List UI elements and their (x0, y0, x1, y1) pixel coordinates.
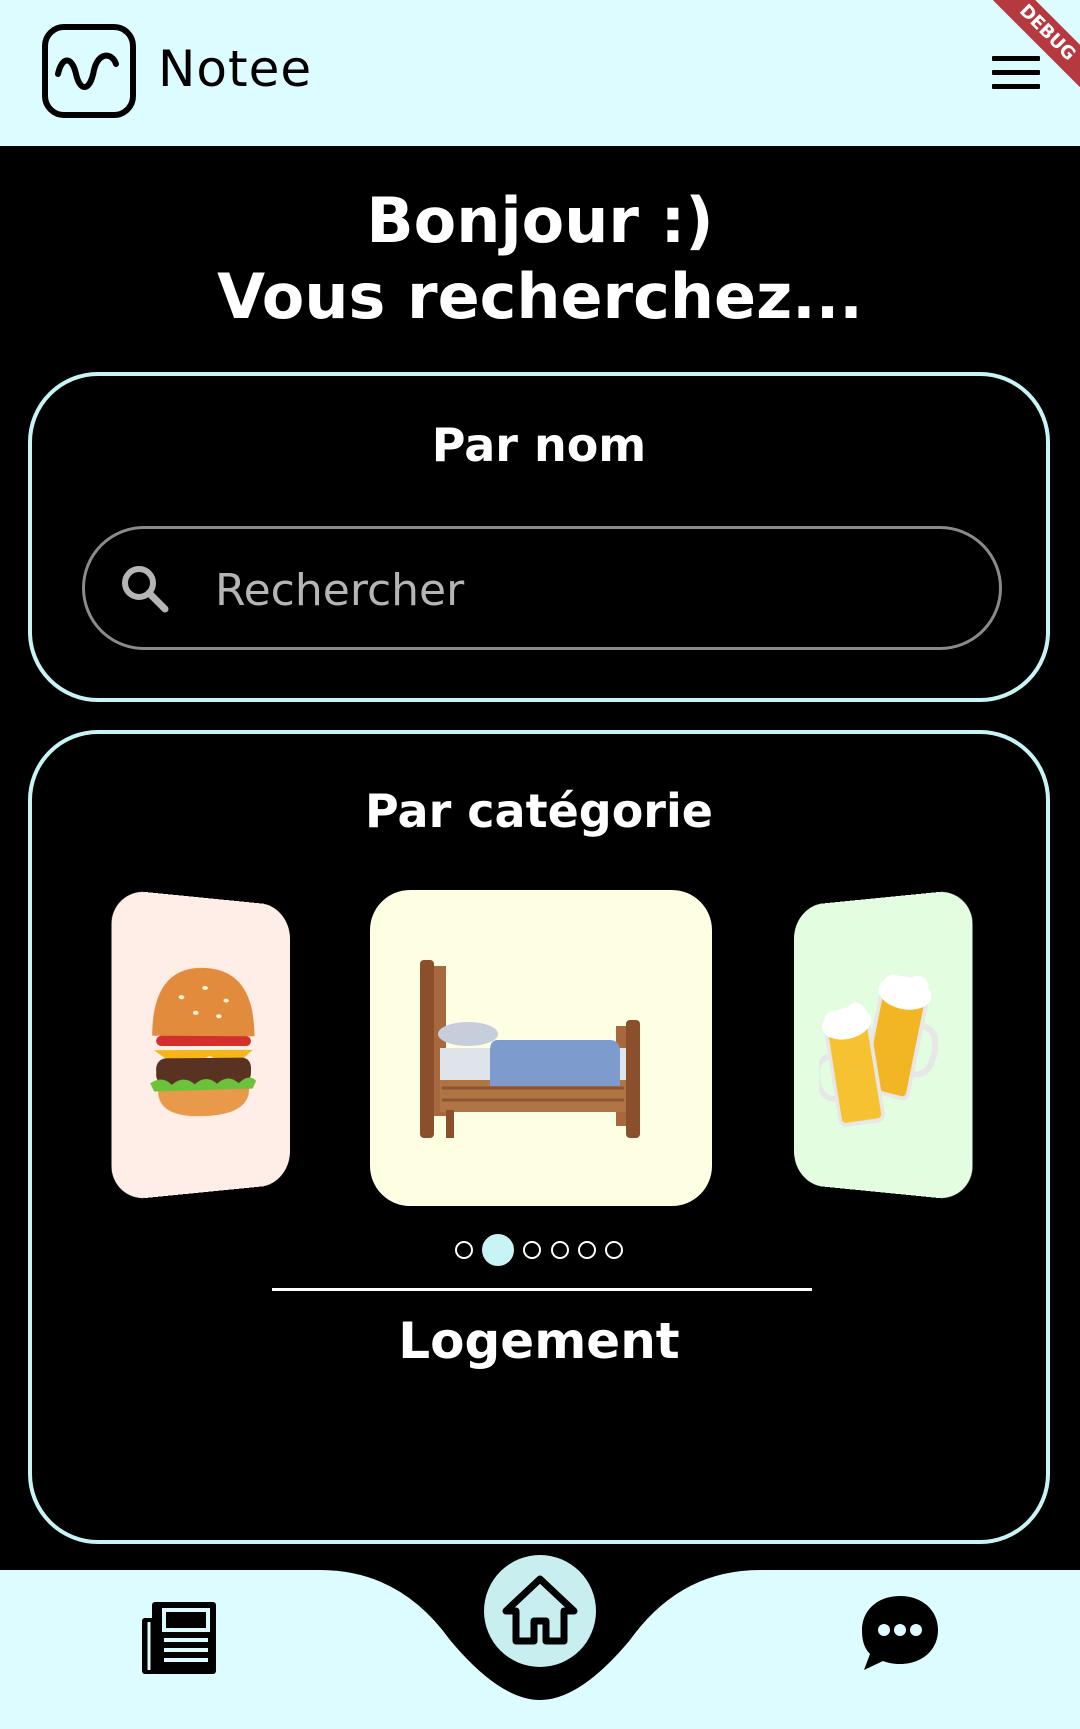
home-icon (502, 1575, 578, 1645)
search-by-name-title: Par nom (431, 418, 647, 472)
nav-home-button[interactable] (484, 1555, 596, 1667)
category-tile-bars[interactable] (794, 888, 973, 1202)
app-title: Notee (158, 40, 313, 98)
chat-bubble-icon (862, 1596, 938, 1670)
carousel-dot[interactable] (604, 1241, 623, 1259)
carousel-dot[interactable] (577, 1241, 596, 1259)
search-by-name-card: Par nom (28, 372, 1050, 702)
search-by-category-title: Par catégorie (365, 784, 713, 838)
notee-logo-icon (42, 24, 136, 118)
nav-chat-button[interactable] (858, 1592, 942, 1676)
burger-icon (150, 965, 257, 1119)
hamburger-menu-icon[interactable] (992, 56, 1040, 98)
category-divider (272, 1288, 812, 1291)
bottom-nav (0, 1555, 1080, 1729)
search-icon (119, 563, 173, 621)
carousel-dot[interactable] (550, 1241, 569, 1259)
category-tile-logement[interactable] (370, 890, 712, 1206)
selected-category-label: Logement (398, 1312, 680, 1370)
newspaper-icon (142, 1602, 216, 1674)
search-by-category-card: Par catégorie Logement (28, 730, 1050, 1544)
carousel-dot-active[interactable] (482, 1234, 515, 1266)
carousel-dot[interactable] (523, 1241, 542, 1259)
app-header: Notee DEBUG (0, 0, 1080, 146)
greeting-line-2: Vous recherchez... (217, 260, 863, 333)
beer-mugs-icon (819, 972, 940, 1136)
category-tile-food[interactable] (111, 888, 290, 1202)
carousel-dots (32, 1234, 1046, 1268)
carousel-dot[interactable] (455, 1241, 474, 1259)
greeting-line-1: Bonjour :) (366, 184, 714, 257)
search-input[interactable] (213, 559, 957, 621)
search-field[interactable] (82, 526, 1002, 650)
bed-icon (420, 960, 640, 1138)
nav-news-button[interactable] (138, 1596, 222, 1680)
